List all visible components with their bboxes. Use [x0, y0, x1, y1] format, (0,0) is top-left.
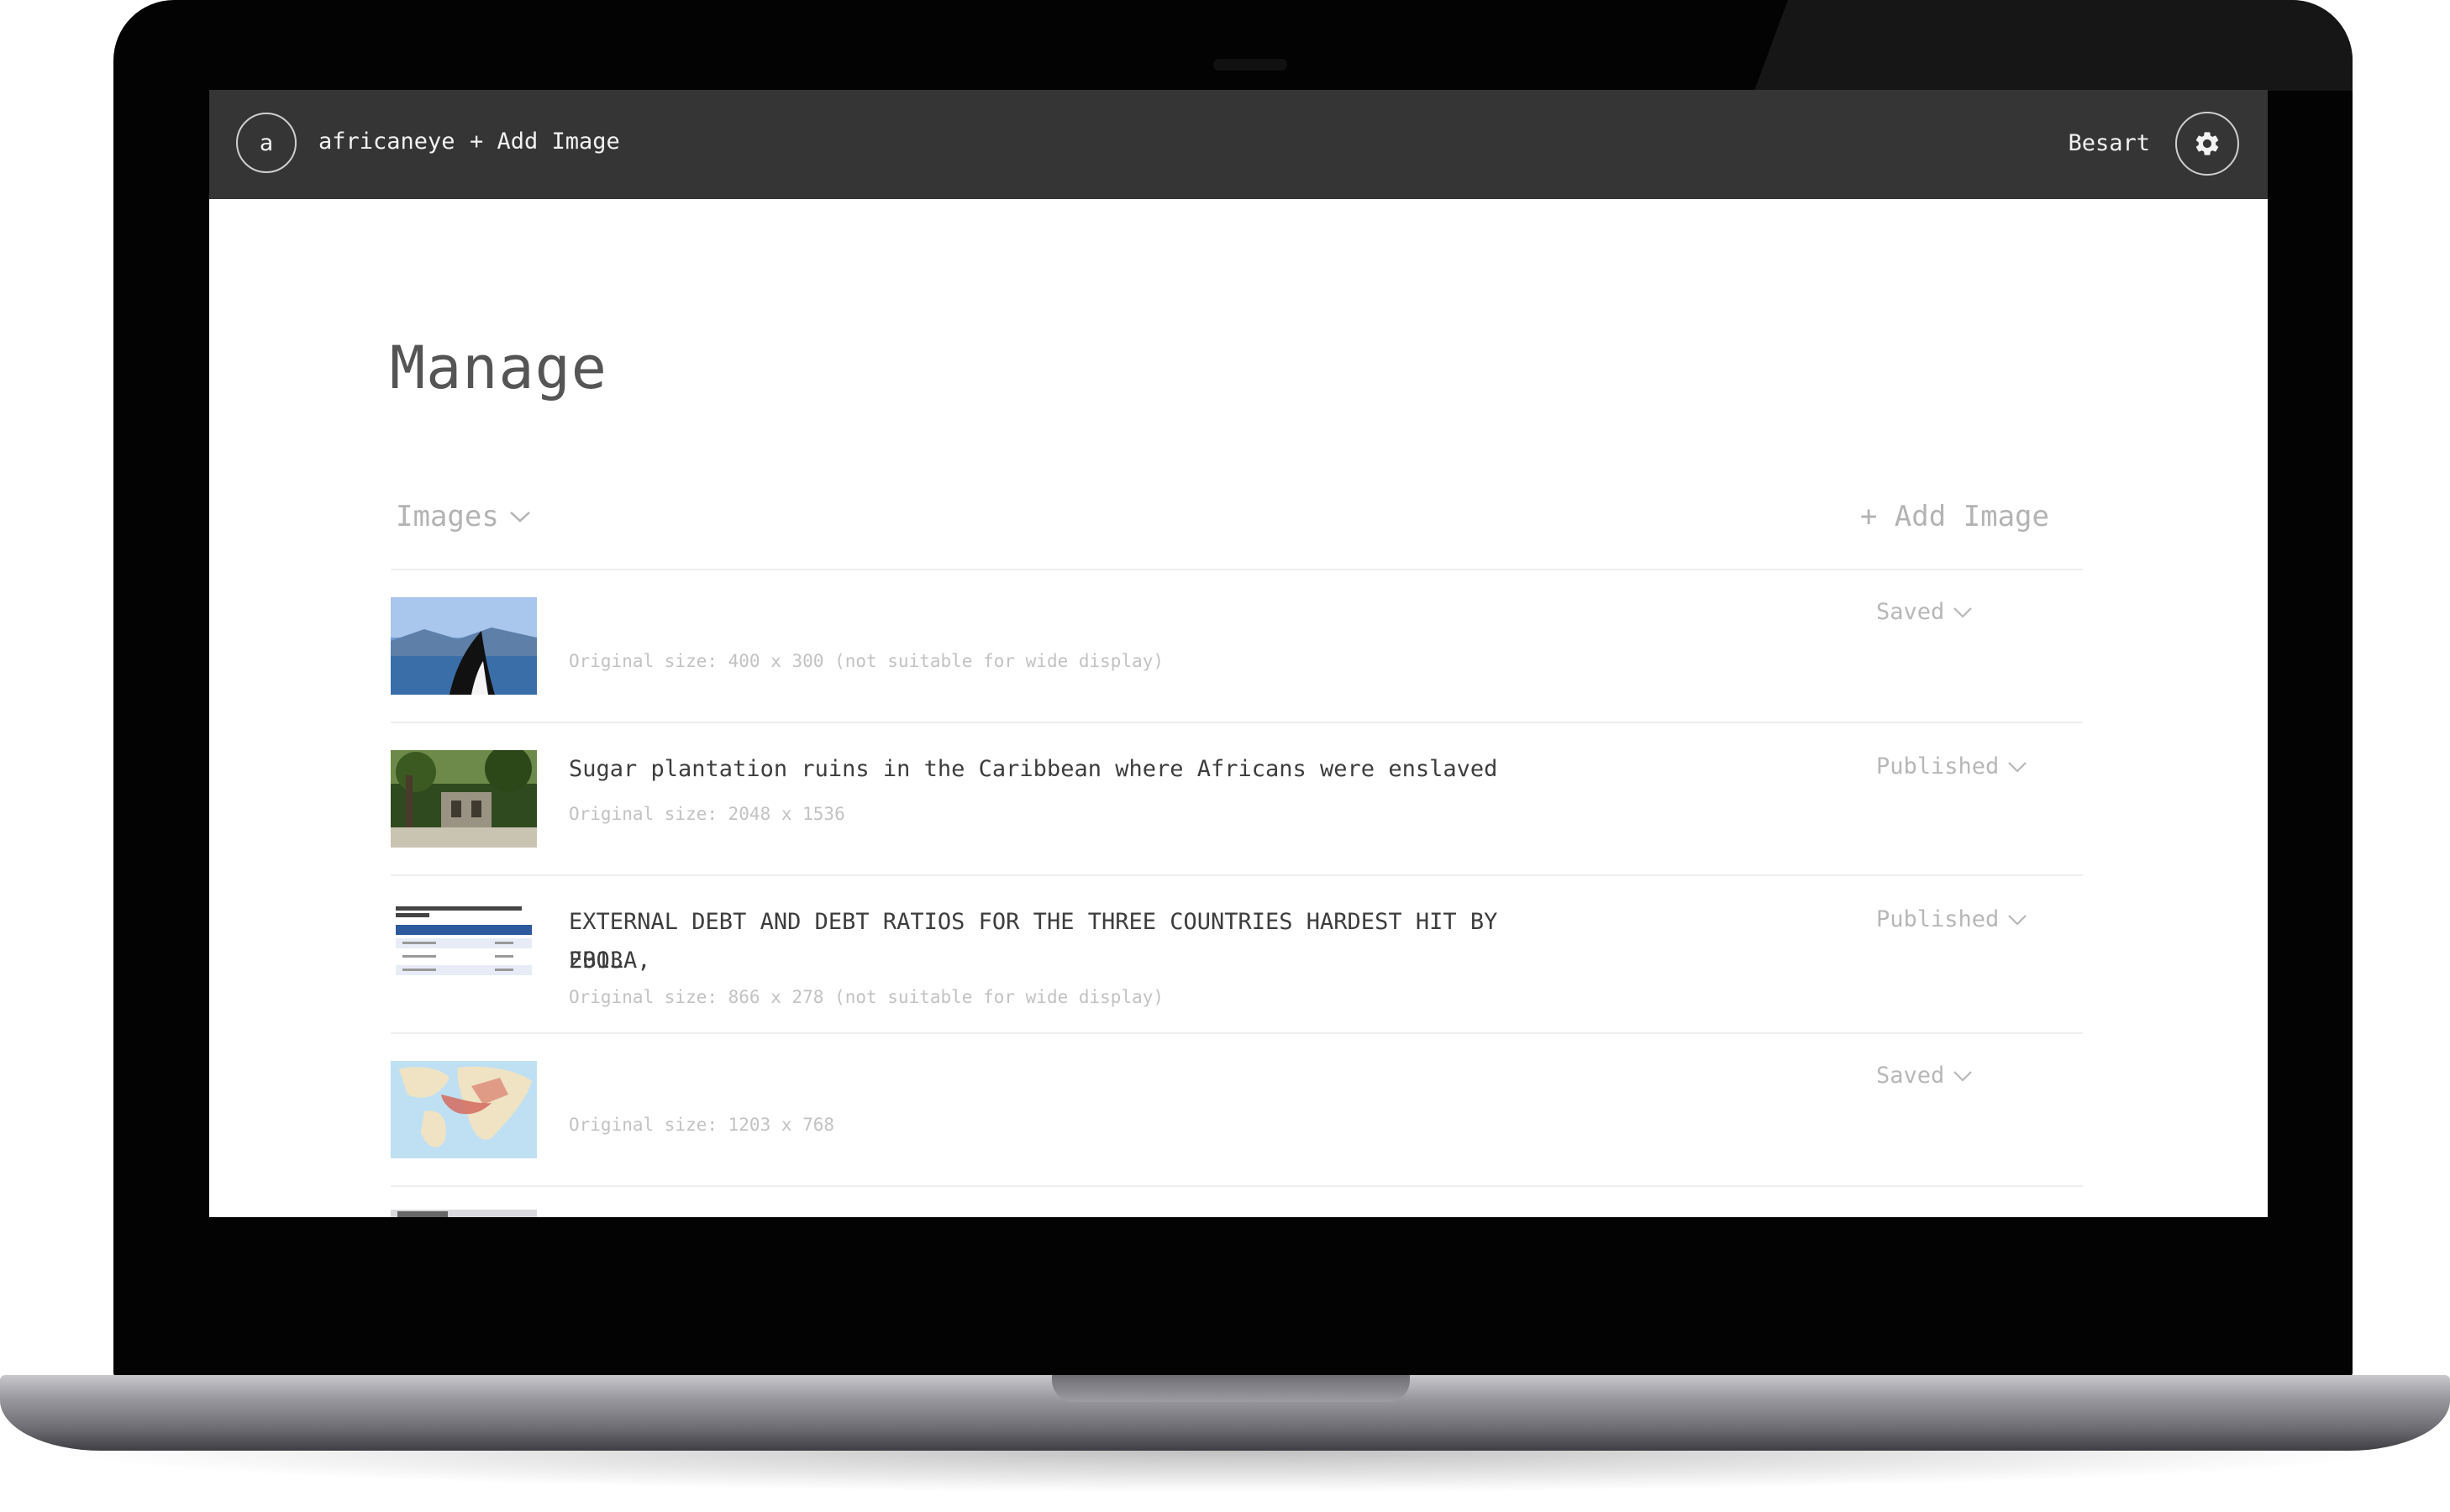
- orca-thumbnail-icon: [391, 597, 537, 695]
- status-label: Saved: [1876, 599, 1945, 625]
- user-name-link[interactable]: Besart: [2068, 130, 2150, 156]
- nav-add-image-link[interactable]: + Add Image: [470, 129, 620, 155]
- page-title: Manage: [390, 333, 607, 402]
- status-label: Saved: [1876, 1063, 1945, 1089]
- chevron-down-icon: [1953, 606, 1973, 618]
- chevron-down-icon: [2008, 914, 2027, 926]
- bezel-reflection: [1754, 0, 2353, 91]
- table-thumbnail-icon: [391, 903, 537, 1000]
- images-section-dropdown[interactable]: Images: [396, 500, 531, 533]
- image-thumbnail[interactable]: [391, 903, 537, 1000]
- image-row[interactable]: EXTERNAL DEBT AND DEBT RATIOS FOR THE TH…: [391, 874, 2083, 1034]
- image-row[interactable]: Original size: 1203 x 768 Saved: [391, 1032, 2083, 1187]
- status-dropdown[interactable]: Saved: [1876, 1063, 1973, 1089]
- status-label: Published: [1876, 753, 2000, 780]
- camera-icon: [1213, 59, 1287, 71]
- chevron-down-icon: [2008, 761, 2027, 773]
- site-name-link[interactable]: africaneye: [318, 129, 455, 155]
- site-avatar[interactable]: a: [236, 113, 297, 173]
- images-section-label: Images: [396, 500, 499, 533]
- list-header: Images + Add Image: [391, 500, 2083, 570]
- image-size-info: Original size: 2048 x 1536: [569, 804, 845, 824]
- partial-thumbnail-icon: [391, 1210, 537, 1217]
- image-thumbnail[interactable]: [391, 750, 537, 848]
- image-thumbnail[interactable]: [391, 1207, 537, 1217]
- gear-icon: [2195, 132, 2219, 155]
- add-image-button[interactable]: + Add Image: [1860, 500, 2049, 533]
- laptop-shadow: [50, 1451, 2400, 1493]
- status-dropdown[interactable]: Saved: [1876, 599, 1973, 625]
- image-thumbnail[interactable]: [391, 597, 537, 695]
- image-row[interactable]: Sugar plantation ruins in the Caribbean …: [391, 722, 2083, 876]
- image-thumbnail[interactable]: [391, 1061, 537, 1158]
- status-label: Published: [1876, 906, 2000, 932]
- image-size-info: Original size: 1203 x 768: [569, 1115, 835, 1135]
- plantation-thumbnail-icon: [391, 750, 537, 848]
- image-size-info: Original size: 400 x 300 (not suitable f…: [569, 651, 1165, 671]
- status-dropdown[interactable]: Published: [1876, 753, 2027, 780]
- settings-button[interactable]: [2175, 112, 2239, 176]
- image-title[interactable]: Sugar plantation ruins in the Caribbean …: [569, 750, 1577, 789]
- screen: a africaneye + Add Image Besart Manage I…: [209, 90, 2268, 1217]
- status-dropdown[interactable]: Published: [1876, 906, 2027, 932]
- image-size-info: Original size: 866 x 278 (not suitable f…: [569, 987, 1165, 1007]
- map-thumbnail-icon: [391, 1061, 537, 1158]
- chevron-down-icon: [1953, 1070, 1973, 1082]
- top-navbar: a africaneye + Add Image Besart: [209, 90, 2268, 199]
- chevron-down-icon: [509, 512, 530, 522]
- image-title-line-2[interactable]: 2013: [569, 942, 1577, 980]
- image-row[interactable]: Original size: 400 x 300 (not suitable f…: [391, 569, 2083, 723]
- avatar-letter: a: [259, 129, 274, 156]
- laptop-hinge-notch: [1052, 1375, 1410, 1402]
